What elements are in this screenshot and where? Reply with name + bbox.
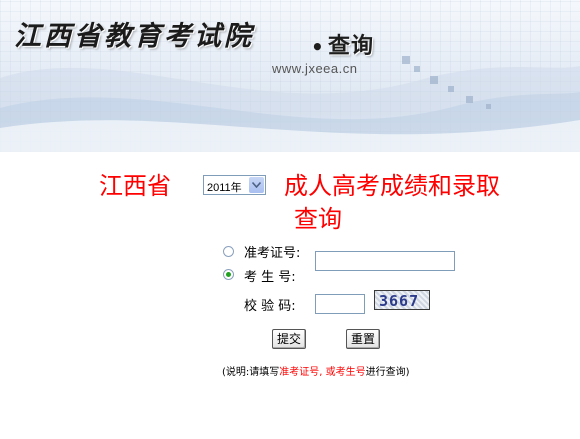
instruction-note: (说明:请填写准考证号, 或考生号进行查询) — [222, 363, 410, 378]
year-select-value: 2011年 — [207, 182, 242, 194]
radio-exam-number[interactable] — [223, 269, 234, 280]
radio-exam-cert[interactable] — [223, 246, 234, 257]
banner-url: www.jxeea.cn — [272, 61, 358, 76]
captcha-image: 3667 — [374, 290, 430, 310]
banner-title: 江西省教育考试院 — [14, 21, 254, 52]
note-suffix: 进行查询) — [365, 367, 410, 378]
exam-number-input[interactable] — [315, 251, 455, 271]
year-select[interactable]: 2011年 — [203, 175, 266, 195]
label-exam-number: 考 生 号: — [244, 270, 296, 285]
chevron-down-icon[interactable] — [249, 177, 264, 193]
label-captcha: 校 验 码: — [244, 299, 296, 314]
note-prefix: (说明:请填写 — [222, 367, 280, 378]
note-highlight: 准考证号, 或考生号 — [279, 367, 366, 378]
banner-query-text: 查询 — [328, 34, 375, 59]
heading-title: 成人高考成绩和录取 — [284, 172, 500, 200]
label-exam-cert: 准考证号: — [244, 246, 301, 261]
submit-button[interactable]: 提交 — [272, 329, 306, 349]
captcha-text: 3667 — [379, 292, 420, 310]
heading-title-line2: 查询 — [294, 205, 342, 233]
site-banner: 江西省教育考试院 • 查询 www.jxeea.cn — [0, 0, 580, 152]
heading-province: 江西省 — [99, 172, 171, 200]
captcha-input[interactable] — [315, 294, 365, 314]
reset-button[interactable]: 重置 — [346, 329, 380, 349]
banner-separator-dot: • — [311, 35, 324, 59]
